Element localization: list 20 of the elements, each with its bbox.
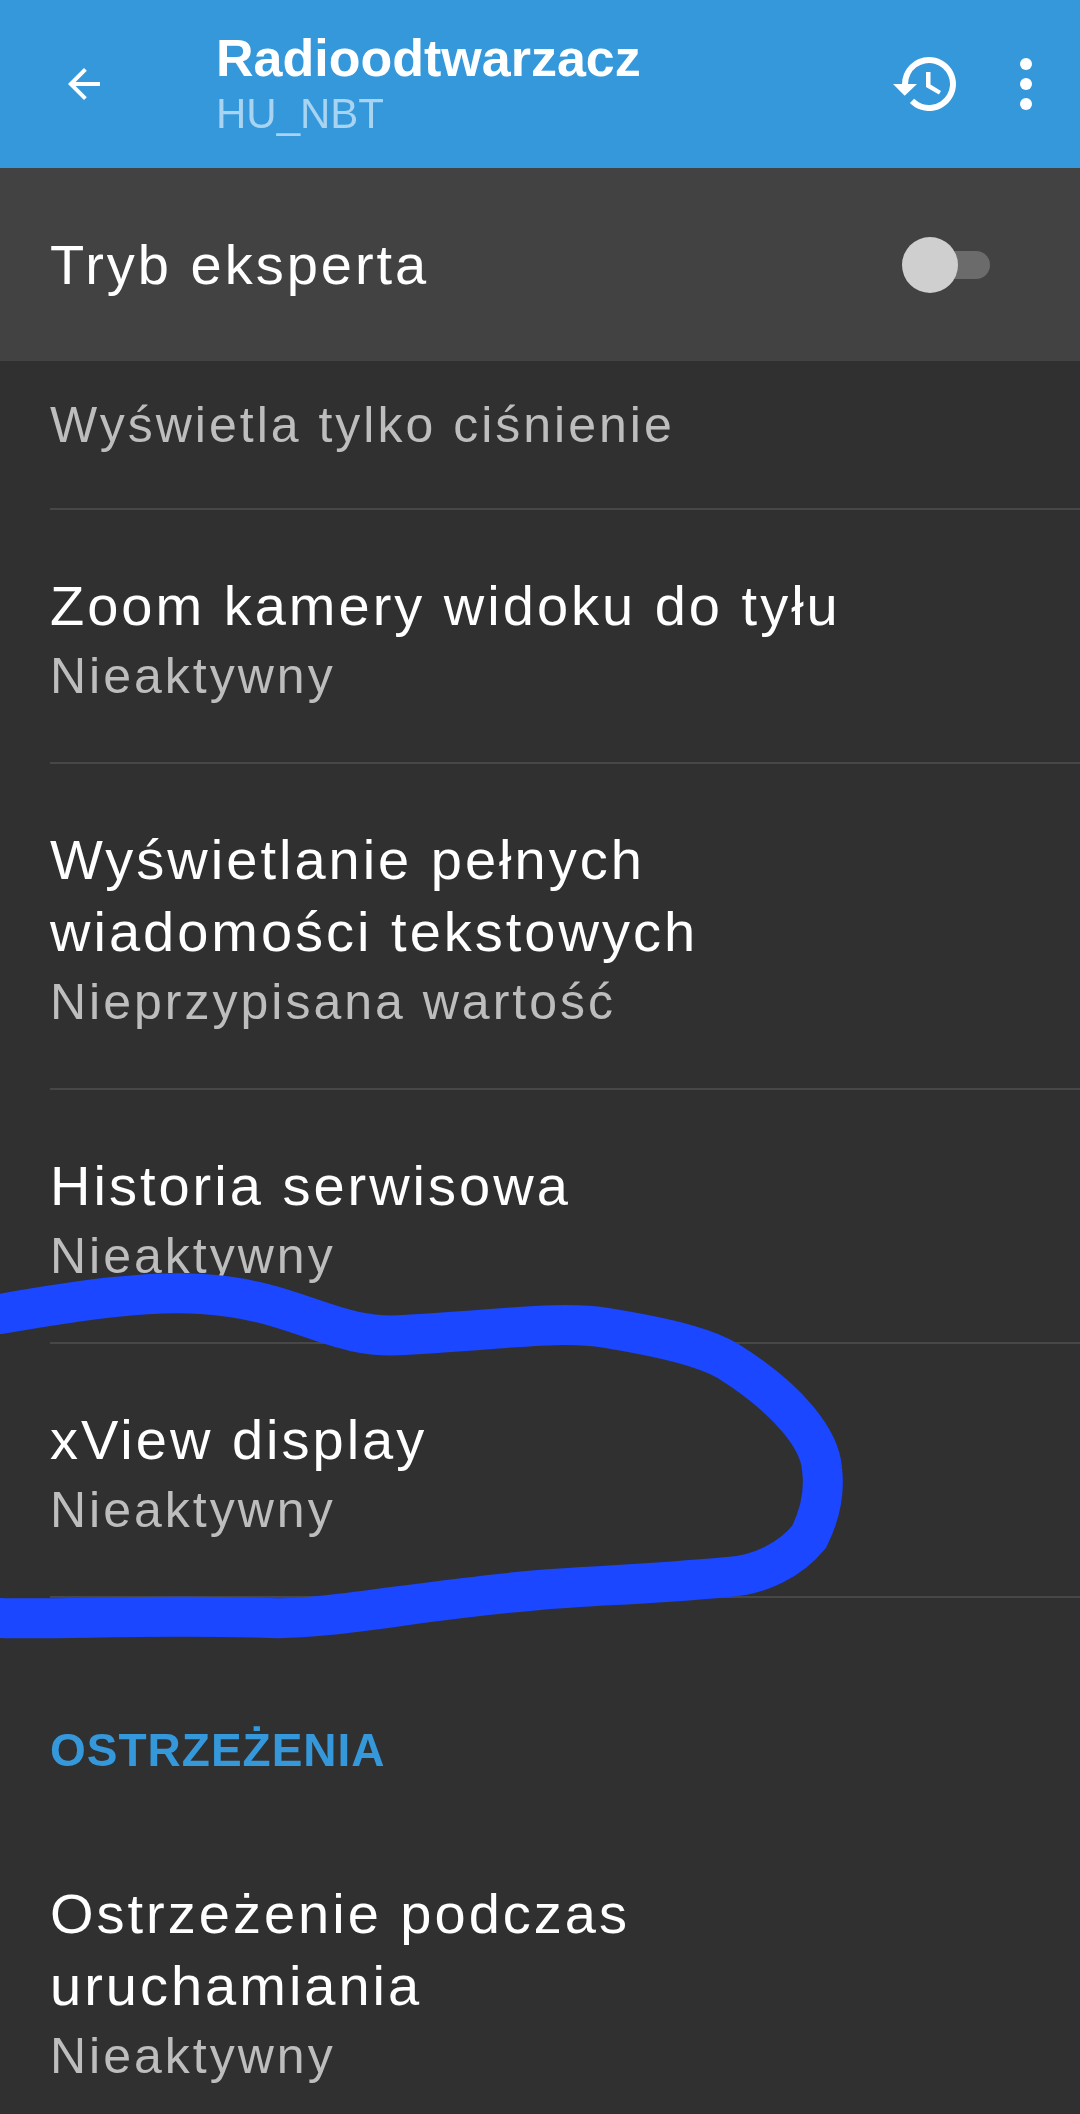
setting-subtitle: Wyświetla tylko ciśnienie <box>50 396 676 455</box>
expert-mode-label: Tryb eksperta <box>50 231 431 298</box>
setting-title: Ostrzeżenie podczas uruchamiania <box>50 1881 631 2019</box>
app-subtitle: HU_NBT <box>216 89 386 139</box>
setting-title: Zoom kamery widoku do tyłu <box>50 573 842 639</box>
setting-title: Historia serwisowa <box>50 1153 572 1219</box>
setting-item[interactable]: Wyświetlanie pełnych wiadomości tekstowych Nieprzypisana wartość <box>0 764 1080 1088</box>
setting-title: Wyświetlanie pełnych wiadomości tekstowych <box>50 827 700 965</box>
section-header: OSTRZEŻENIA <box>50 1723 386 1778</box>
setting-item[interactable]: xView display Nieaktywny <box>0 1344 1080 1596</box>
app-title: Radioodtwarzacz <box>216 28 642 88</box>
setting-item[interactable]: Zoom kamery widoku do tyłu Nieaktywny <box>0 510 1080 762</box>
setting-subtitle: Nieaktywny <box>50 1227 337 1286</box>
setting-item[interactable]: Historia serwisowa Nieaktywny <box>0 1090 1080 1342</box>
setting-subtitle: Nieaktywny <box>50 2027 337 2086</box>
setting-item[interactable]: Ostrzeżenie podczas uruchamiania Nieaktywny <box>0 1818 1080 2114</box>
setting-subtitle: Nieaktywny <box>50 1481 337 1540</box>
setting-subtitle: Nieprzypisana wartość <box>50 973 617 1032</box>
setting-subtitle: Nieaktywny <box>50 647 337 706</box>
setting-title: xView display <box>50 1407 429 1473</box>
